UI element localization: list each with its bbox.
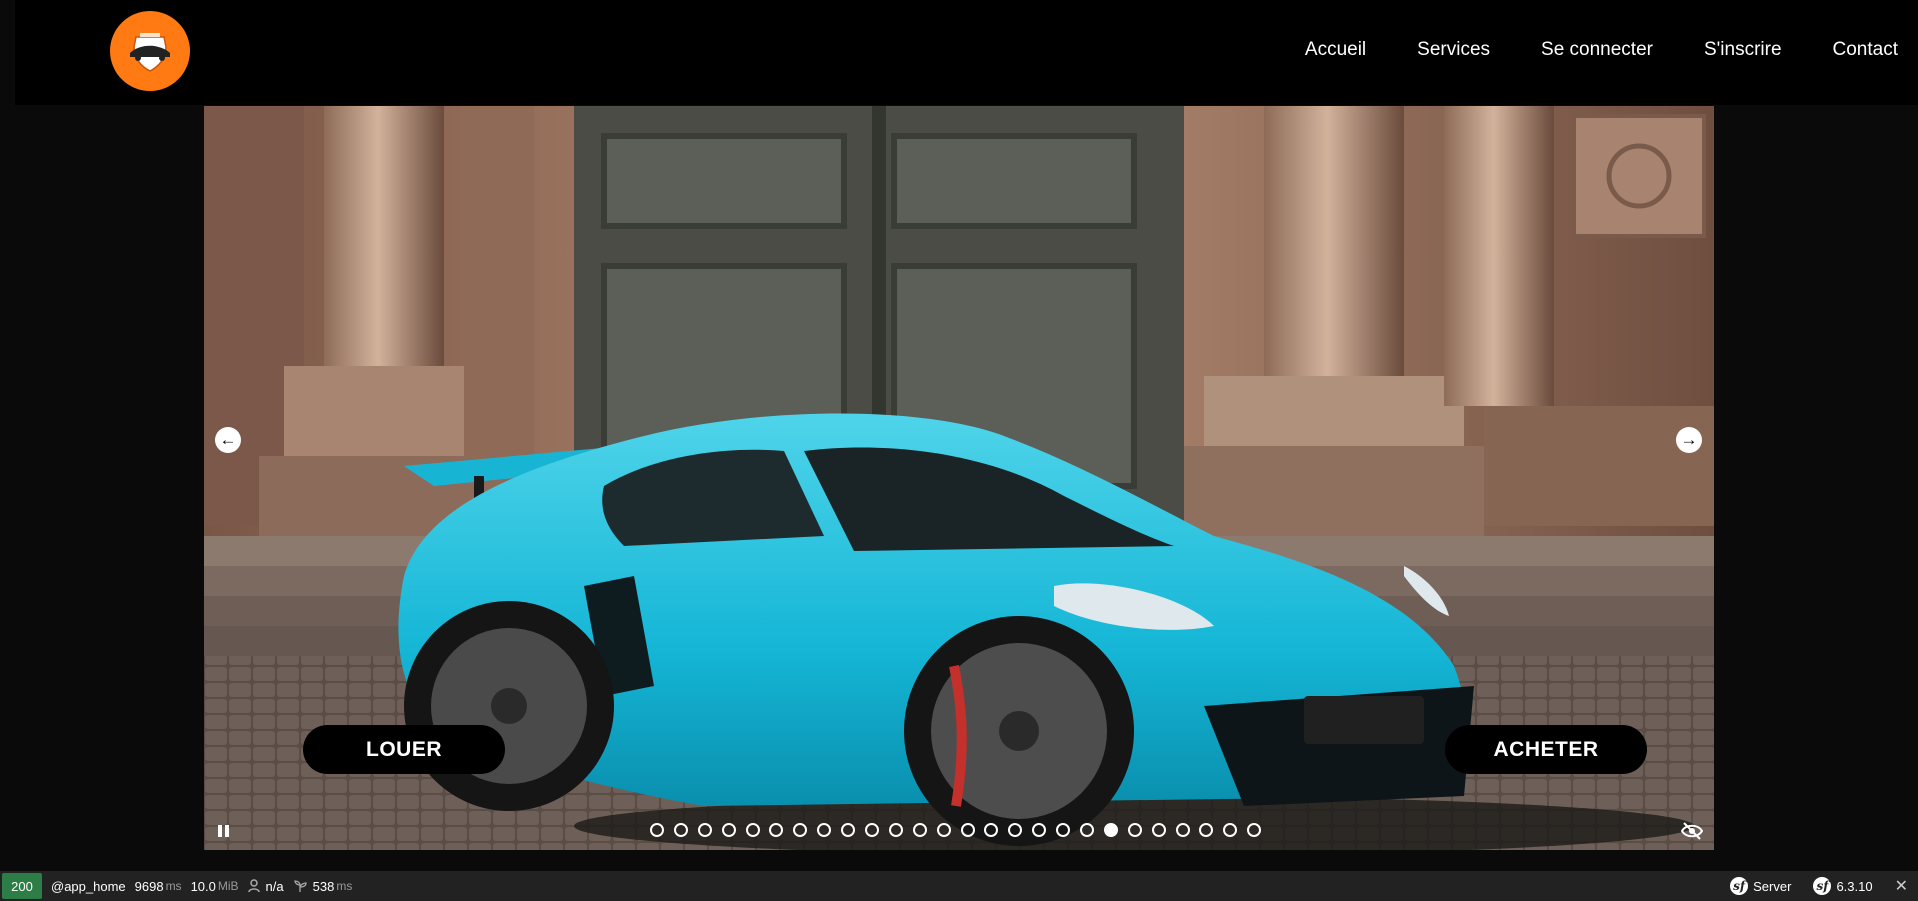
hero-carousel: ← → LOUER ACHETER (204, 106, 1714, 850)
arrow-left-icon: ← (219, 430, 237, 449)
carousel-indicator[interactable] (650, 823, 664, 837)
request-time-unit: ms (165, 879, 182, 893)
carousel-indicator[interactable] (697, 823, 712, 837)
request-time[interactable]: 9698 ms (135, 879, 182, 894)
carousel-indicator[interactable] (1223, 823, 1238, 837)
init-time-unit: ms (336, 879, 353, 893)
memory-unit: MiB (217, 879, 239, 893)
memory-usage[interactable]: 10.0 MiB (191, 879, 239, 894)
server-info[interactable]: sf Server (1730, 877, 1791, 895)
version-value: 6.3.10 (1836, 878, 1873, 894)
toolbar-right: sf Server sf 6.3.10 ✕ (1721, 871, 1918, 901)
buy-button[interactable]: ACHETER (1445, 725, 1647, 774)
memory-value: 10.0 (190, 878, 216, 894)
car-shield-logo-icon (130, 33, 170, 72)
symfony-version[interactable]: sf 6.3.10 (1813, 877, 1873, 895)
carousel-indicator[interactable] (865, 823, 880, 837)
pause-icon-bar (225, 825, 229, 837)
carousel-indicators (650, 823, 1271, 837)
carousel-indicator[interactable] (1175, 823, 1190, 837)
carousel-indicator[interactable] (1103, 823, 1118, 837)
debug-toolbar: 200 @app_home 9698 ms 10.0 MiB n/a 538 m… (0, 871, 1918, 901)
user-value: n/a (265, 878, 284, 894)
user-icon (247, 879, 260, 893)
carousel-indicator[interactable] (1127, 823, 1142, 837)
init-time-value: 538 (312, 878, 335, 894)
symfony-icon: sf (1730, 877, 1749, 895)
carousel-indicator[interactable] (936, 823, 951, 837)
carousel-indicator[interactable] (1008, 823, 1023, 837)
rent-button[interactable]: LOUER (303, 725, 505, 774)
carousel-pause-button[interactable] (218, 824, 232, 838)
carousel-indicator[interactable] (721, 823, 736, 837)
carousel-indicator[interactable] (769, 823, 784, 837)
carousel-indicator[interactable] (745, 823, 760, 837)
status-code-badge[interactable]: 200 (2, 873, 42, 899)
init-time[interactable]: 538 ms (293, 878, 353, 894)
carousel-indicator[interactable] (888, 823, 903, 837)
nav-login[interactable]: Se connecter (1541, 36, 1653, 64)
carousel-indicator[interactable] (984, 823, 999, 837)
visibility-toggle-button[interactable] (1680, 822, 1704, 845)
carousel-indicator[interactable] (817, 823, 832, 837)
nav-contact[interactable]: Contact (1833, 36, 1898, 64)
eye-off-icon (1680, 822, 1704, 840)
carousel-indicator[interactable] (1080, 823, 1095, 837)
nav-home[interactable]: Accueil (1305, 36, 1366, 64)
sprout-icon (293, 880, 307, 892)
site-logo[interactable] (110, 11, 190, 91)
server-label: Server (1753, 878, 1792, 894)
carousel-indicator[interactable] (793, 823, 808, 837)
carousel-prev-button[interactable]: ← (215, 427, 241, 453)
nav-services[interactable]: Services (1417, 36, 1490, 64)
carousel-indicator[interactable] (1199, 823, 1214, 837)
route-name[interactable]: @app_home (51, 879, 126, 894)
carousel-indicator[interactable] (1151, 823, 1166, 837)
arrow-right-icon: → (1680, 430, 1698, 449)
carousel-indicator[interactable] (1247, 823, 1262, 837)
carousel-indicator[interactable] (960, 823, 975, 837)
carousel-indicator[interactable] (841, 823, 856, 837)
main-nav: Accueil Services Se connecter S'inscrire… (1254, 36, 1898, 64)
carousel-indicator[interactable] (1032, 823, 1047, 837)
carousel-next-button[interactable]: → (1676, 427, 1702, 453)
carousel-indicator[interactable] (912, 823, 927, 837)
carousel-indicator[interactable] (673, 823, 688, 837)
user-info[interactable]: n/a (247, 878, 284, 894)
close-toolbar-icon[interactable]: ✕ (1895, 876, 1908, 896)
pause-icon-bar (218, 825, 222, 837)
site-header: Accueil Services Se connecter S'inscrire… (15, 0, 1918, 105)
nav-register[interactable]: S'inscrire (1704, 36, 1782, 64)
carousel-indicator[interactable] (1056, 823, 1071, 837)
symfony-version-icon: sf (1813, 877, 1832, 895)
request-time-value: 9698 (134, 878, 164, 894)
